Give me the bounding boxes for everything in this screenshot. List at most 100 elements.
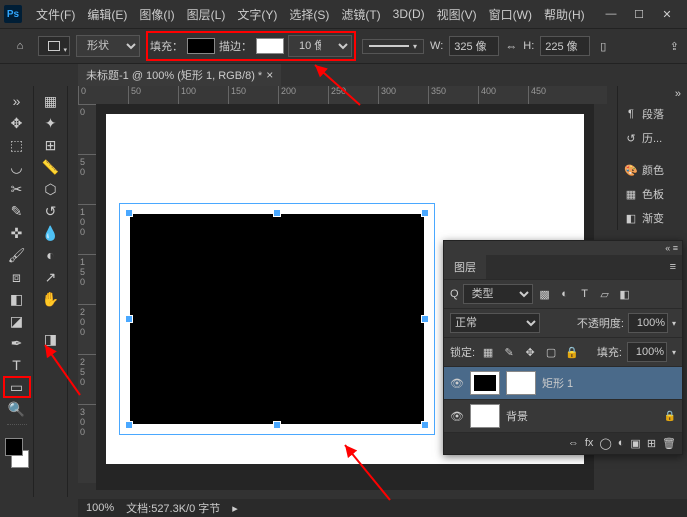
dodge-tool[interactable]: ◐: [37, 244, 65, 266]
pen-tool[interactable]: ✒: [3, 332, 31, 354]
minimize-button[interactable]: ―: [603, 6, 619, 22]
shape-rectangle[interactable]: [120, 204, 434, 434]
rectangle-tool[interactable]: ▭: [3, 376, 31, 398]
brush-tool[interactable]: 🖌: [3, 244, 31, 266]
gradient-tool[interactable]: ◪: [3, 310, 31, 332]
expand-icon[interactable]: »: [3, 90, 31, 112]
lock-paint-icon[interactable]: ✎: [501, 344, 517, 360]
handle-bm[interactable]: [273, 421, 281, 429]
shape-mode-select[interactable]: 形状: [76, 35, 140, 57]
fx-icon[interactable]: fx: [585, 437, 594, 450]
layer-name[interactable]: 背景: [506, 408, 528, 424]
hand-tool[interactable]: ✋: [37, 288, 65, 310]
visibility-icon[interactable]: 👁: [450, 410, 464, 423]
eraser-tool[interactable]: ◧: [3, 288, 31, 310]
panel-menu-icon[interactable]: « ≡: [444, 241, 682, 255]
marquee-tool[interactable]: ⬚: [3, 134, 31, 156]
patch-tool[interactable]: ⬡: [37, 178, 65, 200]
layer-mask-thumbnail[interactable]: [506, 371, 536, 395]
artboard-tool[interactable]: ▦: [37, 90, 65, 112]
handle-ml[interactable]: [125, 315, 133, 323]
blur-tool[interactable]: 💧: [37, 222, 65, 244]
maximize-button[interactable]: ☐: [631, 6, 647, 22]
panel-color[interactable]: 🎨颜色: [618, 158, 687, 182]
handle-br[interactable]: [421, 421, 429, 429]
tool-preset[interactable]: [38, 36, 70, 56]
crop-tool[interactable]: ✂: [3, 178, 31, 200]
close-button[interactable]: ✕: [659, 6, 675, 22]
panel-gradient[interactable]: ◧渐变: [618, 206, 687, 230]
collapse-icon[interactable]: »: [618, 86, 687, 102]
handle-bl[interactable]: [125, 421, 133, 429]
zoom-level[interactable]: 100%: [86, 502, 114, 514]
foreground-background[interactable]: [3, 438, 31, 468]
stroke-swatch[interactable]: [256, 38, 284, 54]
filter-smart-icon[interactable]: ◧: [617, 286, 633, 302]
menu-image[interactable]: 图像(I): [133, 2, 180, 27]
link-icon[interactable]: ⇔: [505, 39, 517, 53]
screen-mode[interactable]: ◨: [37, 328, 65, 350]
panel-paragraph[interactable]: ¶段落: [618, 102, 687, 126]
layer-row[interactable]: 👁 矩形 1: [444, 366, 682, 399]
panel-swatches[interactable]: ▦色板: [618, 182, 687, 206]
filter-shape-icon[interactable]: ▱: [597, 286, 613, 302]
doc-info[interactable]: 文档:527.3K/0 字节: [126, 500, 220, 516]
move-tool[interactable]: ✥: [3, 112, 31, 134]
filter-type-icon[interactable]: T: [577, 286, 593, 302]
panel-options-icon[interactable]: ≡: [664, 261, 682, 273]
layer-thumbnail[interactable]: [470, 371, 500, 395]
adjustment-icon[interactable]: ◐: [618, 437, 625, 450]
layer-row[interactable]: 👁 背景 🔒: [444, 399, 682, 432]
menu-window[interactable]: 窗口(W): [483, 2, 538, 27]
handle-tr[interactable]: [421, 209, 429, 217]
menu-edit[interactable]: 编辑(E): [81, 2, 133, 27]
eyedropper-tool[interactable]: ✎: [3, 200, 31, 222]
panel-history[interactable]: ↺历...: [618, 126, 687, 150]
width-input[interactable]: [449, 36, 499, 56]
menu-view[interactable]: 视图(V): [431, 2, 483, 27]
filter-pixel-icon[interactable]: ▩: [537, 286, 553, 302]
ruler-tool[interactable]: 📏: [37, 156, 65, 178]
link-layers-icon[interactable]: ⇔: [568, 437, 579, 450]
new-layer-icon[interactable]: ⊞: [647, 437, 656, 450]
menu-filter[interactable]: 滤镜(T): [335, 2, 386, 27]
menu-select[interactable]: 选择(S): [283, 2, 335, 27]
type-tool[interactable]: T: [3, 354, 31, 376]
layer-filter-kind[interactable]: 类型: [463, 284, 533, 304]
frame-tool[interactable]: ⊞: [37, 134, 65, 156]
menu-type[interactable]: 文字(Y): [231, 2, 283, 27]
handle-tm[interactable]: [273, 209, 281, 217]
lock-all-icon[interactable]: 🔒: [564, 344, 580, 360]
handle-mr[interactable]: [421, 315, 429, 323]
stamp-tool[interactable]: ⧈: [3, 266, 31, 288]
lock-artboard-icon[interactable]: ▢: [543, 344, 559, 360]
menu-help[interactable]: 帮助(H): [538, 2, 591, 27]
delete-icon[interactable]: 🗑: [662, 437, 676, 450]
layer-thumbnail[interactable]: [470, 404, 500, 428]
share-icon[interactable]: ⇪: [670, 40, 679, 53]
lock-position-icon[interactable]: ✥: [522, 344, 538, 360]
menu-layer[interactable]: 图层(L): [181, 2, 232, 27]
lock-pixels-icon[interactable]: ▦: [480, 344, 496, 360]
align-icon[interactable]: ▯: [600, 40, 606, 53]
layers-tab[interactable]: 图层: [444, 255, 486, 279]
fill-swatch[interactable]: [187, 38, 215, 54]
menu-file[interactable]: 文件(F): [30, 2, 81, 27]
document-tab[interactable]: 未标题-1 @ 100% (矩形 1, RGB/8) * ×: [78, 64, 281, 86]
visibility-icon[interactable]: 👁: [450, 377, 464, 390]
height-input[interactable]: [540, 36, 590, 56]
healing-tool[interactable]: ✜: [3, 222, 31, 244]
fill-opacity-input[interactable]: [627, 342, 667, 362]
foreground-swatch[interactable]: [5, 438, 23, 456]
wand-tool[interactable]: ✦: [37, 112, 65, 134]
mask-icon[interactable]: ◯: [599, 437, 611, 450]
menu-3d[interactable]: 3D(D): [387, 3, 431, 25]
tab-close[interactable]: ×: [266, 68, 273, 82]
group-icon[interactable]: ▣: [630, 437, 640, 450]
stroke-width[interactable]: 10 像素: [288, 35, 352, 57]
blend-mode[interactable]: 正常: [450, 313, 540, 333]
handle-tl[interactable]: [125, 209, 133, 217]
lasso-tool[interactable]: ◡: [3, 156, 31, 178]
home-icon[interactable]: ⌂: [8, 34, 32, 58]
opacity-input[interactable]: [628, 313, 668, 333]
